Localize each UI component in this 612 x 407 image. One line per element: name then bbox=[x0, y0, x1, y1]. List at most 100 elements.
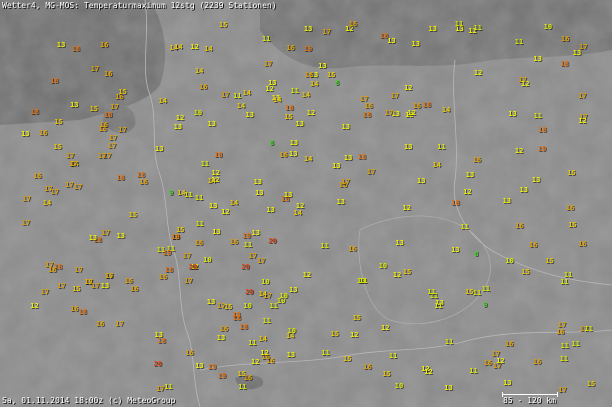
station-temperature: 15 bbox=[128, 210, 138, 219]
station-temperature: 14 bbox=[42, 199, 52, 208]
station-temperature: 17 bbox=[257, 256, 266, 265]
station-temperature: 16 bbox=[99, 121, 109, 130]
station-temperature: 18 bbox=[422, 101, 432, 109]
station-temperature: 11 bbox=[321, 349, 330, 358]
station-temperature: 13 bbox=[155, 145, 164, 153]
station-temperature: 15 bbox=[382, 369, 391, 378]
station-temperature: 14 bbox=[301, 91, 311, 100]
station-temperature: 17 bbox=[69, 160, 78, 169]
station-temperature: 17 bbox=[65, 151, 75, 160]
station-temperature: 17 bbox=[97, 151, 107, 160]
station-temperature: 18 bbox=[214, 150, 223, 159]
station-temperature: 12 bbox=[496, 357, 505, 366]
station-temperature: 11 bbox=[472, 288, 482, 297]
station-temperature: 16 bbox=[363, 362, 372, 371]
station-temperature: 13 bbox=[289, 139, 299, 148]
station-temperature: 16 bbox=[565, 204, 575, 212]
station-temperature: 13 bbox=[341, 123, 350, 132]
station-temperature: 17 bbox=[107, 142, 117, 151]
station-temperature: 15 bbox=[53, 142, 62, 151]
station-temperature: 13 bbox=[336, 197, 346, 206]
station-temperature: 15 bbox=[219, 20, 228, 29]
station-temperature: 17 bbox=[182, 251, 192, 260]
station-values-layer: 16 16 17 17 15 17 16 15 17 16 16 17 15 16 14 15 16 17 18 17… bbox=[0, 0, 612, 407]
station-temperature: 16 bbox=[505, 340, 514, 348]
station-temperature: 16 bbox=[515, 222, 524, 231]
scale-bar bbox=[502, 392, 558, 405]
station-temperature: 16 bbox=[158, 273, 168, 282]
station-temperature: 13 bbox=[283, 190, 293, 199]
station-temperature: 15 bbox=[72, 285, 81, 294]
station-temperature: 14 bbox=[204, 45, 213, 54]
station-temperature: 13 bbox=[268, 79, 277, 88]
station-temperature: 11 bbox=[444, 338, 454, 347]
station-temperature: 8 bbox=[474, 249, 479, 258]
station-temperature: 11 bbox=[469, 366, 478, 375]
station-temperature: 13 bbox=[207, 119, 216, 128]
station-temperature: 13 bbox=[465, 170, 475, 179]
station-temperature: 12 bbox=[402, 203, 411, 212]
station-temperature: 11 bbox=[434, 301, 443, 310]
station-temperature: 13 bbox=[502, 197, 512, 206]
station-temperature: 17 bbox=[21, 219, 31, 228]
station-temperature: 17 bbox=[73, 183, 83, 192]
station-temperature: 11 bbox=[320, 241, 329, 250]
station-temperature: 11 bbox=[262, 316, 271, 325]
station-temperature: 15 bbox=[224, 303, 233, 312]
station-temperature: 17 bbox=[108, 134, 118, 143]
station-temperature: 12 bbox=[306, 108, 316, 117]
station-temperature: 13 bbox=[286, 351, 296, 360]
station-temperature: 13 bbox=[245, 110, 254, 119]
station-temperature: 13 bbox=[289, 150, 298, 159]
station-temperature: 17 bbox=[101, 228, 110, 237]
station-temperature: 13 bbox=[21, 129, 30, 138]
station-temperature: 10 bbox=[193, 109, 203, 118]
station-temperature: 19 bbox=[171, 233, 180, 242]
station-temperature: 20 bbox=[188, 262, 198, 271]
station-temperature: 16 bbox=[279, 150, 288, 159]
station-temperature: 9 bbox=[169, 189, 174, 198]
station-temperature: 11 bbox=[559, 355, 569, 364]
station-temperature: 11 bbox=[194, 193, 204, 202]
station-temperature: 18 bbox=[451, 198, 460, 207]
station-temperature: 17 bbox=[263, 59, 273, 68]
station-temperature: 16 bbox=[130, 284, 139, 293]
station-temperature: 10 bbox=[287, 327, 297, 336]
station-temperature: 17 bbox=[248, 252, 257, 261]
station-temperature: 16 bbox=[483, 359, 493, 368]
station-temperature: 18 bbox=[379, 32, 389, 41]
station-temperature: 18 bbox=[362, 111, 372, 120]
station-temperature: 17 bbox=[115, 320, 124, 329]
station-temperature: 17 bbox=[118, 125, 127, 134]
station-temperature: 11 bbox=[359, 276, 368, 285]
station-temperature: 11 bbox=[195, 219, 205, 228]
station-temperature: 15 bbox=[330, 330, 339, 338]
station-temperature: 15 bbox=[568, 221, 577, 229]
station-temperature: 12 bbox=[30, 302, 39, 311]
station-temperature: 12 bbox=[521, 79, 530, 88]
station-temperature: 18 bbox=[285, 104, 294, 112]
station-temperature: 13 bbox=[444, 384, 453, 393]
station-temperature: 12 bbox=[350, 330, 359, 339]
station-temperature: 11 bbox=[473, 23, 482, 32]
station-temperature: 16 bbox=[124, 277, 134, 285]
station-temperature: 12 bbox=[473, 68, 483, 77]
station-temperature: 11 bbox=[200, 159, 210, 168]
station-temperature: 11 bbox=[571, 339, 580, 348]
station-temperature: 10 bbox=[505, 256, 514, 265]
station-temperature: 17 bbox=[184, 276, 193, 285]
station-temperature: 18 bbox=[538, 126, 547, 135]
station-temperature: 13 bbox=[343, 153, 353, 162]
station-temperature: 12 bbox=[190, 42, 199, 51]
station-temperature: 15 bbox=[118, 87, 127, 96]
station-temperature: 17 bbox=[40, 288, 50, 297]
station-temperature: 12 bbox=[404, 84, 413, 92]
station-temperature: 17 bbox=[50, 188, 59, 196]
station-temperature: 14 bbox=[432, 161, 441, 170]
station-temperature: 11 bbox=[427, 287, 436, 296]
station-temperature: 18 bbox=[560, 60, 569, 69]
station-temperature: 17 bbox=[558, 385, 567, 394]
station-temperature: 11 bbox=[262, 35, 271, 44]
station-temperature: 13 bbox=[451, 246, 460, 255]
station-temperature: 13 bbox=[428, 25, 437, 33]
